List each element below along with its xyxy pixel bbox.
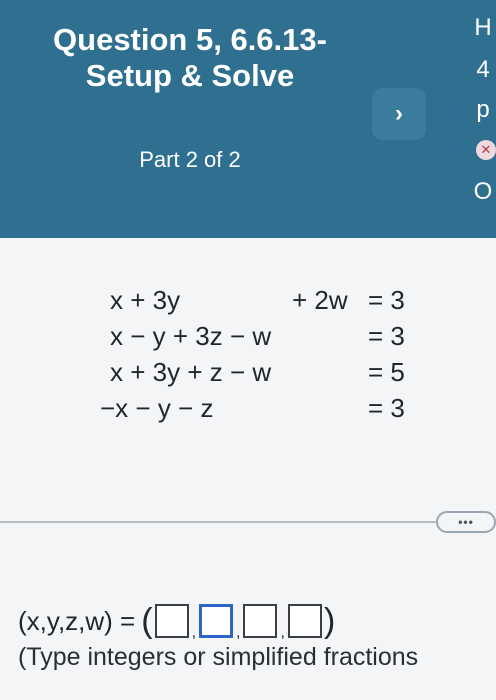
answer-separator: , xyxy=(191,624,197,641)
answer-separator: , xyxy=(280,624,285,641)
equation-rhs: = 3 xyxy=(368,285,405,315)
more-options-button[interactable]: ••• xyxy=(436,511,496,533)
equation-lhs: x + 3y + z − w xyxy=(110,357,272,387)
equation-lhs: x + 3y xyxy=(110,285,181,315)
close-icon[interactable]: ✕ xyxy=(476,140,496,160)
equation-term-w: + 2w xyxy=(292,285,348,315)
equation-lhs: x − y + 3z − w xyxy=(110,321,272,351)
answer-input-w[interactable] xyxy=(287,604,322,638)
right-strip-letter-4: O xyxy=(473,178,493,205)
chevron-right-icon: › xyxy=(395,100,403,127)
close-paren: ) xyxy=(323,602,336,640)
answer-input-x[interactable] xyxy=(154,604,189,638)
answer-input-y[interactable] xyxy=(199,604,234,638)
answer-separator: , xyxy=(236,624,241,641)
equation-row: −x − y − z = 3 xyxy=(100,393,440,429)
answer-input-z[interactable] xyxy=(243,604,278,638)
equation-rhs: = 5 xyxy=(368,357,405,387)
right-strip-letter-1: H xyxy=(474,14,492,41)
part-label: Part 2 of 2 xyxy=(139,147,241,172)
open-paren: ( xyxy=(141,602,153,640)
equation-row: x − y + 3z − w = 3 xyxy=(100,321,440,357)
question-title: Question 5, 6.6.13-Setup & Solve xyxy=(53,22,327,93)
answer-hint: (Type integers or simplified fractions xyxy=(18,643,419,671)
equation-row: x + 3y + z − w = 5 xyxy=(100,357,440,393)
equation-rhs: = 3 xyxy=(368,393,405,423)
answer-row: (x,y,z,w) = ( , , , ) xyxy=(18,600,335,642)
answer-prefix: (x,y,z,w) = xyxy=(18,605,136,636)
right-panel-strip: H 4 p O xyxy=(470,0,496,238)
equation-row: x + 3y + 2w = 3 xyxy=(100,285,440,321)
equation-lhs: −x − y − z xyxy=(100,393,214,423)
right-strip-letter-3: p xyxy=(476,96,490,123)
section-divider xyxy=(0,521,440,523)
question-header: Question 5, 6.6.13-Setup & Solve Part 2 … xyxy=(0,0,496,238)
next-question-button[interactable]: › xyxy=(372,88,426,140)
equation-system: x + 3y + 2w = 3 x − y + 3z − w = 3 x + 3… xyxy=(100,285,440,429)
right-strip-letter-2: 4 xyxy=(476,56,490,83)
equation-rhs: = 3 xyxy=(368,321,405,351)
